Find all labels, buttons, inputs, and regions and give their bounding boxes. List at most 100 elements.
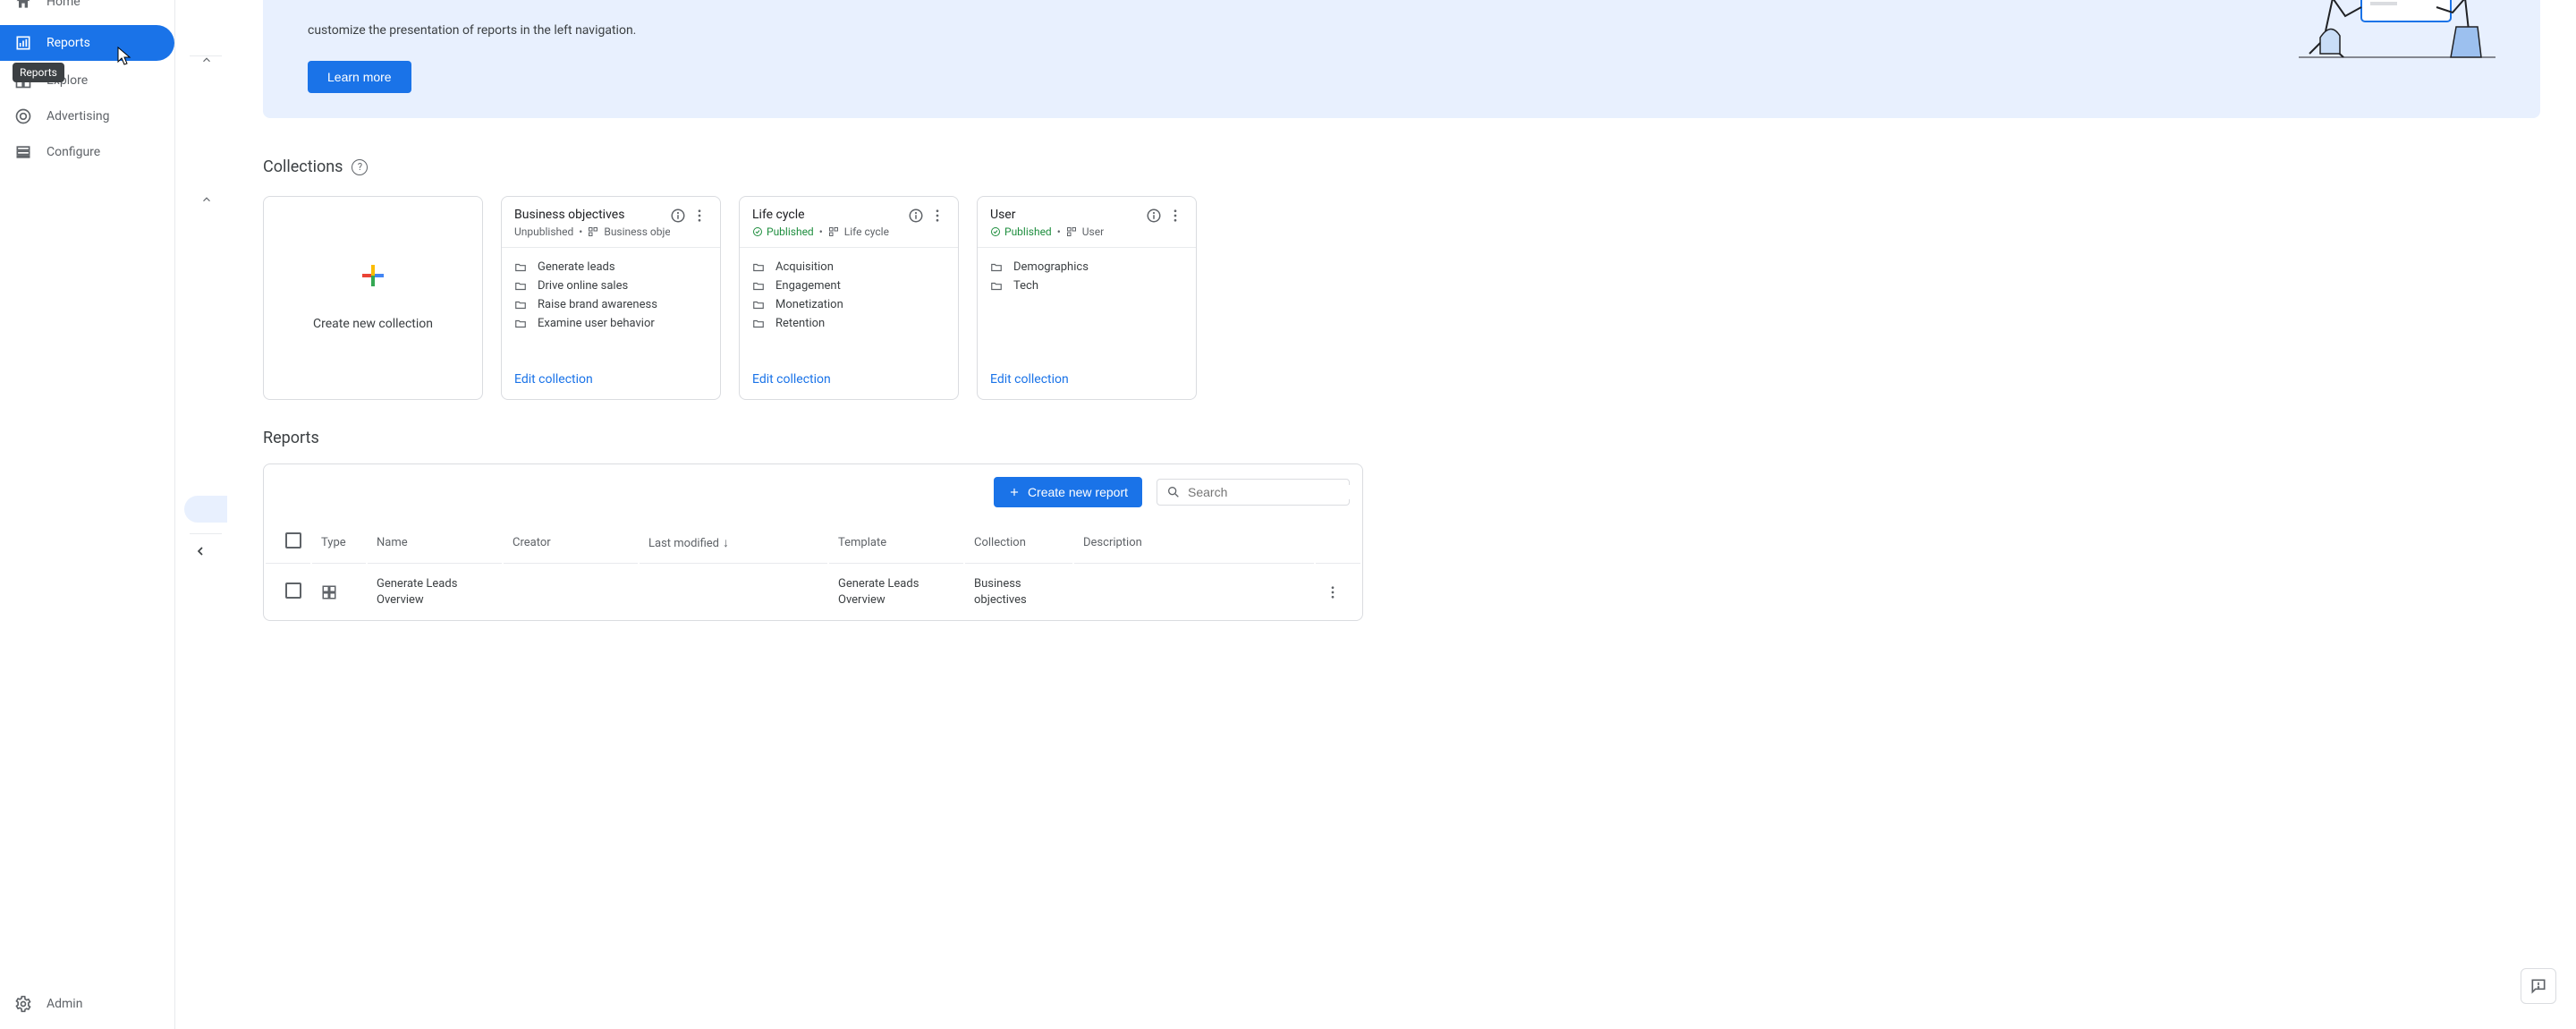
collection-item[interactable]: Demographics: [990, 260, 1183, 274]
search-box[interactable]: [1157, 479, 1350, 506]
collection-item[interactable]: Monetization: [752, 298, 945, 311]
row-more-button[interactable]: [1316, 566, 1360, 618]
collection-card-life-cycle: Life cycle Published • Life cycle Acquis…: [739, 196, 959, 400]
collection-item[interactable]: Retention: [752, 317, 945, 330]
collection-item[interactable]: Tech: [990, 279, 1183, 293]
collection-item[interactable]: Generate leads: [514, 260, 708, 274]
feedback-button[interactable]: [2521, 968, 2556, 1004]
main-content: customize the presentation of reports in…: [227, 0, 2576, 1029]
select-all-checkbox[interactable]: [285, 532, 301, 549]
edit-collection-link[interactable]: Edit collection: [990, 372, 1069, 387]
nav-advertising[interactable]: Advertising: [0, 98, 174, 134]
col-collection[interactable]: Collection: [965, 522, 1072, 564]
create-report-button[interactable]: Create new report: [994, 477, 1142, 507]
section-title-text: Collections: [263, 157, 343, 176]
folder-icon: [752, 318, 767, 330]
nav-home[interactable]: Home: [0, 0, 174, 20]
col-type[interactable]: Type: [312, 522, 366, 564]
collection-item[interactable]: Examine user behavior: [514, 317, 708, 330]
advertising-icon: [13, 107, 34, 125]
help-icon[interactable]: ?: [352, 159, 368, 175]
template-icon: [588, 226, 598, 237]
more-vert-icon[interactable]: [1167, 208, 1183, 224]
report-type-icon: [321, 584, 357, 600]
col-name[interactable]: Name: [368, 522, 502, 564]
folder-icon: [990, 280, 1004, 293]
collection-item[interactable]: Engagement: [752, 279, 945, 293]
col-last-modified[interactable]: Last modified↓: [640, 522, 827, 564]
tooltip-reports: Reports: [13, 63, 64, 82]
reports-heading: Reports: [263, 429, 2540, 447]
folder-icon: [752, 261, 767, 274]
separator-dot: •: [1057, 225, 1061, 238]
nav-label: Advertising: [47, 109, 109, 123]
collection-item-label: Examine user behavior: [538, 317, 655, 330]
nav-reports[interactable]: Reports: [0, 25, 174, 61]
folder-icon: [990, 261, 1004, 274]
collection-item-label: Drive online sales: [538, 279, 628, 293]
nav-admin[interactable]: Admin: [0, 986, 174, 1022]
info-icon[interactable]: [670, 208, 686, 224]
collection-item-label: Tech: [1013, 279, 1038, 293]
collection-card-user: User Published • User Demographics Tech: [977, 196, 1197, 400]
chevron-left-icon[interactable]: [193, 544, 208, 558]
row-name: Generate Leads Overview: [368, 566, 502, 618]
folder-icon: [514, 261, 529, 274]
collection-title: User: [990, 208, 1146, 222]
nav-label: Admin: [47, 997, 82, 1011]
collection-item[interactable]: Acquisition: [752, 260, 945, 274]
reports-panel: Create new report Type Name Creator Last…: [263, 463, 1363, 621]
col-description[interactable]: Description: [1074, 522, 1314, 564]
info-icon[interactable]: [908, 208, 924, 224]
search-input[interactable]: [1188, 485, 1350, 499]
edit-collection-link[interactable]: Edit collection: [514, 372, 593, 387]
folder-icon: [514, 299, 529, 311]
collection-item-label: Acquisition: [775, 260, 834, 274]
sort-desc-icon: ↓: [723, 536, 729, 550]
info-icon[interactable]: [1146, 208, 1162, 224]
hero-banner: customize the presentation of reports in…: [263, 0, 2540, 118]
separator-dot: •: [579, 225, 582, 238]
collection-template: Life cycle: [844, 225, 889, 238]
folder-icon: [514, 318, 529, 330]
col-template[interactable]: Template: [829, 522, 963, 564]
collections-heading: Collections ?: [263, 157, 2540, 176]
collection-title: Life cycle: [752, 208, 908, 222]
collection-status: Published: [752, 225, 814, 238]
collection-item[interactable]: Drive online sales: [514, 279, 708, 293]
divider: [190, 533, 222, 534]
edit-collection-link[interactable]: Edit collection: [752, 372, 831, 387]
collection-item-label: Monetization: [775, 298, 843, 311]
row-last-modified: [640, 566, 827, 618]
collection-card-business-objectives: Business objectives Unpublished • Busine…: [501, 196, 721, 400]
folder-icon: [752, 299, 767, 311]
home-icon: [13, 0, 34, 11]
more-vert-icon[interactable]: [691, 208, 708, 224]
reports-table: Type Name Creator Last modified↓ Templat…: [264, 520, 1362, 620]
collection-template: Business object...: [604, 225, 670, 238]
learn-more-button[interactable]: Learn more: [308, 61, 411, 93]
collection-item-label: Raise brand awareness: [538, 298, 657, 311]
more-vert-icon[interactable]: [929, 208, 945, 224]
reports-icon: [13, 34, 34, 52]
col-creator[interactable]: Creator: [504, 522, 638, 564]
row-creator: [504, 566, 638, 618]
row-checkbox[interactable]: [285, 583, 301, 599]
create-collection-card[interactable]: Create new collection: [263, 196, 483, 400]
rail-active-indicator[interactable]: [184, 496, 227, 523]
nav-configure[interactable]: Configure: [0, 134, 174, 170]
chevron-up-icon[interactable]: [200, 54, 213, 66]
template-icon: [828, 226, 839, 237]
gear-icon: [13, 995, 34, 1013]
chevron-up-icon[interactable]: [200, 193, 213, 206]
collection-item-label: Retention: [775, 317, 825, 330]
collection-item-label: Generate leads: [538, 260, 615, 274]
nav-label: Reports: [47, 36, 90, 50]
table-row[interactable]: Generate Leads Overview Generate Leads O…: [266, 566, 1360, 618]
collection-item[interactable]: Raise brand awareness: [514, 298, 708, 311]
nav-label: Configure: [47, 145, 100, 159]
nav-label: Home: [47, 0, 80, 9]
hero-illustration: [2299, 0, 2496, 93]
create-report-label: Create new report: [1028, 485, 1128, 499]
secondary-rail: [175, 0, 227, 1029]
